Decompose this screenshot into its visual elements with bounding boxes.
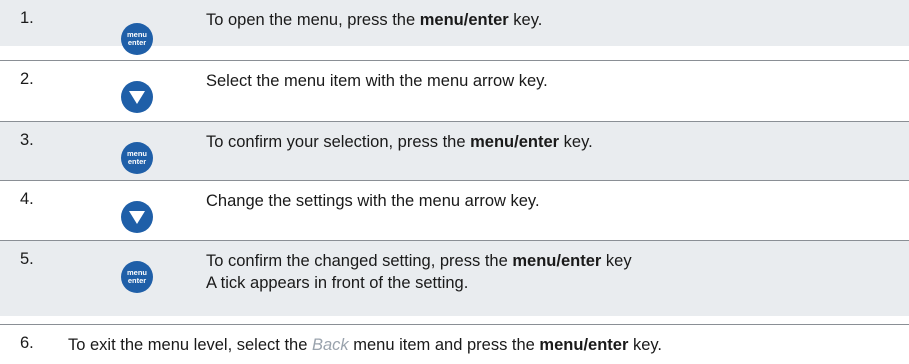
down-arrow-icon <box>129 91 145 104</box>
key-name: menu <box>470 133 515 151</box>
step-text: To open the menu, press the menu/enter k… <box>206 9 542 31</box>
step-row-6: 6. To exit the menu level, select the Ba… <box>0 325 909 364</box>
key-name: enter <box>560 252 602 270</box>
step-row-5: 5. menu enter To confirm the changed set… <box>0 241 909 316</box>
step-row-4: 4. Change the settings with the menu arr… <box>0 181 909 240</box>
menu-enter-key-icon: menu enter <box>121 23 153 55</box>
step-text: To exit the menu level, select the Back … <box>68 334 662 356</box>
step-number: 3. <box>20 131 34 149</box>
step-number: 5. <box>20 250 34 268</box>
enter-key-label: enter <box>127 38 147 47</box>
enter-key-label: enter <box>127 157 147 166</box>
key-name: enter <box>518 133 560 151</box>
step-text-part: key <box>601 252 632 270</box>
key-name: menu <box>419 11 464 29</box>
step-number: 6. <box>20 334 34 352</box>
step-text: To confirm the changed setting, press th… <box>206 250 632 294</box>
menu-enter-key-icon: menu enter <box>121 261 153 293</box>
step-text: Select the menu item with the menu arrow… <box>206 72 548 90</box>
menu-enter-key-icon: menu enter <box>121 142 153 174</box>
step-text-part: To confirm your selection, press the <box>206 133 471 151</box>
step-row-3: 3. menu enter To confirm your selection,… <box>0 122 909 180</box>
step-text-part: key. <box>508 11 543 29</box>
step-text-part: key. <box>628 336 663 354</box>
step-text-part: To confirm the changed setting, press th… <box>206 252 513 270</box>
enter-key-label: enter <box>127 276 147 285</box>
step-text-part: key. <box>559 133 593 151</box>
step-number: 4. <box>20 190 34 208</box>
key-name: enter <box>588 336 629 354</box>
menu-item-name: Back <box>311 336 349 354</box>
step-text-part: To open the menu, press the <box>206 11 420 29</box>
step-text-note: A tick appears in front of the setting. <box>206 274 469 292</box>
step-text-part: To exit the menu level, select the <box>68 336 312 354</box>
down-arrow-key-icon <box>121 81 153 113</box>
step-text: Change the settings with the menu arrow … <box>206 192 540 210</box>
key-name: enter <box>468 11 509 29</box>
down-arrow-key-icon <box>121 201 153 233</box>
step-number: 2. <box>20 70 34 88</box>
instruction-steps-table: 1. menu enter To open the menu, press th… <box>0 0 909 364</box>
step-row-2: 2. Select the menu item with the menu ar… <box>0 61 909 116</box>
down-arrow-icon <box>129 211 145 224</box>
step-text: To confirm your selection, press the men… <box>206 131 593 153</box>
step-number: 1. <box>20 9 34 27</box>
key-name: menu <box>512 252 557 270</box>
key-name: menu <box>539 336 584 354</box>
step-row-1: 1. menu enter To open the menu, press th… <box>0 0 909 55</box>
step-text-part: menu item and press the <box>348 336 540 354</box>
